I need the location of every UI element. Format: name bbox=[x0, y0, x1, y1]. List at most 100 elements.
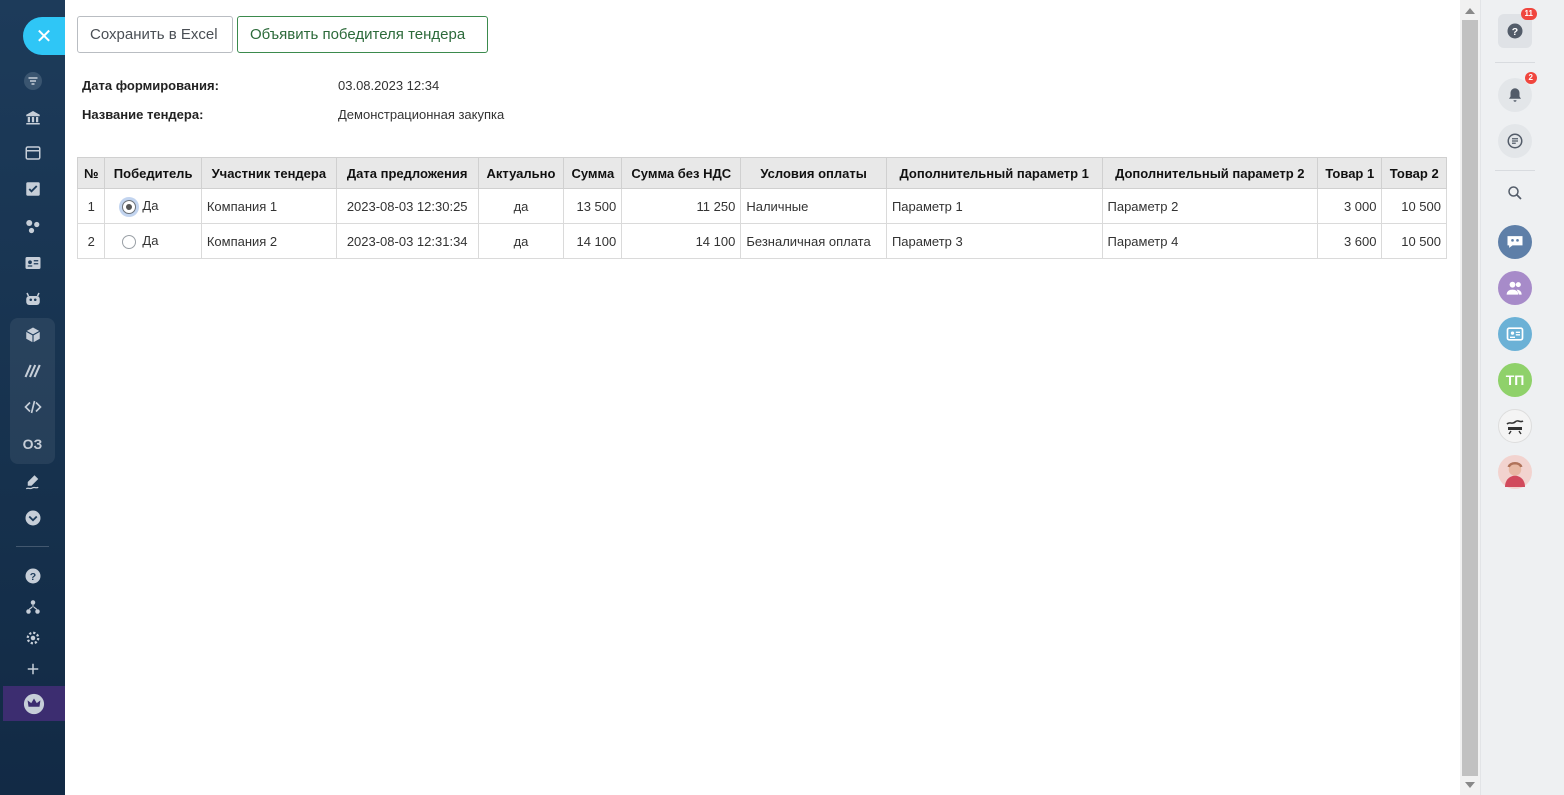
filter-icon[interactable] bbox=[16, 66, 49, 96]
header-actual: Актуально bbox=[477, 157, 565, 189]
company-logo-avatar[interactable] bbox=[1498, 409, 1532, 443]
date-label: Дата формирования: bbox=[82, 78, 219, 93]
winner-radio[interactable] bbox=[122, 234, 137, 249]
search-icon bbox=[1508, 186, 1522, 200]
winner-radio[interactable] bbox=[122, 199, 137, 214]
marketing-icon[interactable] bbox=[16, 356, 49, 386]
group-chat-icon bbox=[1507, 236, 1523, 248]
header-date: Дата предложения bbox=[335, 157, 479, 189]
cell-payment: Безналичная оплата bbox=[740, 223, 887, 259]
contact-card-icon[interactable] bbox=[16, 248, 49, 278]
signature-icon[interactable] bbox=[16, 467, 49, 497]
bank-icon[interactable] bbox=[16, 102, 49, 132]
help-icon[interactable]: ? bbox=[16, 561, 49, 591]
crown-button[interactable] bbox=[3, 686, 65, 721]
cell-sum: 13 500 bbox=[563, 188, 623, 224]
cell-winner: Да bbox=[104, 223, 202, 259]
user-avatar[interactable] bbox=[1498, 455, 1532, 489]
tp-avatar-label: ТП bbox=[1505, 372, 1525, 388]
chat-list-icon bbox=[1507, 133, 1523, 149]
cell-actual: да bbox=[477, 188, 565, 224]
cell-sum: 14 100 bbox=[563, 223, 623, 259]
cell-item1: 3 000 bbox=[1317, 188, 1383, 224]
company-logo-icon bbox=[1506, 420, 1524, 435]
cell-param2: Параметр 4 bbox=[1101, 223, 1319, 259]
date-value: 03.08.2023 12:34 bbox=[338, 78, 440, 93]
table-row: 2 Да Компания 2 2023-08-03 12:31:34 да 1… bbox=[76, 223, 1447, 259]
vertical-scrollbar[interactable] bbox=[1460, 0, 1480, 795]
header-item1: Товар 1 bbox=[1317, 157, 1383, 189]
right-sidebar: ? 11 2 ТП bbox=[1480, 0, 1564, 795]
tasks-icon[interactable] bbox=[16, 174, 49, 204]
sidebar-divider bbox=[1495, 170, 1535, 171]
oz-label: ОЗ bbox=[22, 436, 43, 452]
users-avatar[interactable] bbox=[1498, 271, 1532, 305]
tender-name-label: Название тендера: bbox=[82, 107, 204, 122]
cell-sum-no-vat: 11 250 bbox=[621, 188, 742, 224]
cell-sum-no-vat: 14 100 bbox=[621, 223, 742, 259]
cell-item2: 10 500 bbox=[1381, 188, 1447, 224]
scroll-thumb[interactable] bbox=[1462, 20, 1478, 776]
svg-text:?: ? bbox=[1512, 26, 1518, 38]
robot-icon[interactable] bbox=[16, 284, 49, 314]
cell-participant: Компания 2 bbox=[200, 223, 337, 259]
svg-text:?: ? bbox=[29, 571, 35, 583]
tender-name-value: Демонстрационная закупка bbox=[338, 107, 505, 122]
table-row: 1 Да Компания 1 2023-08-03 12:30:25 да 1… bbox=[76, 188, 1447, 224]
cell-date: 2023-08-03 12:31:34 bbox=[335, 223, 479, 259]
cell-date: 2023-08-03 12:30:25 bbox=[335, 188, 479, 224]
sidebar-divider bbox=[1495, 62, 1535, 63]
close-button[interactable]: ✕ bbox=[23, 17, 65, 55]
window-icon[interactable] bbox=[16, 138, 49, 168]
declare-winner-button[interactable]: Объявить победителя тендера bbox=[237, 16, 488, 53]
more-icon[interactable] bbox=[16, 503, 49, 533]
cell-payment: Наличные bbox=[740, 188, 887, 224]
structure-icon[interactable] bbox=[16, 592, 49, 622]
header-sum-no-vat: Сумма без НДС bbox=[621, 157, 742, 189]
settings-icon[interactable] bbox=[16, 623, 49, 653]
add-icon[interactable] bbox=[16, 654, 49, 684]
crown-icon bbox=[23, 693, 45, 714]
sidebar-divider bbox=[16, 546, 49, 547]
left-sidebar: ✕ ОЗ ? bbox=[0, 0, 65, 795]
group-chat-avatar[interactable] bbox=[1498, 225, 1532, 259]
header-num: № bbox=[76, 157, 106, 189]
code-icon[interactable] bbox=[16, 392, 49, 422]
bell-icon bbox=[1509, 88, 1521, 102]
contacts-avatar[interactable] bbox=[1498, 317, 1532, 351]
header-winner: Победитель bbox=[104, 157, 202, 189]
header-param2: Дополнительный параметр 2 bbox=[1101, 157, 1319, 189]
cell-item1: 3 600 bbox=[1317, 223, 1383, 259]
header-param1: Дополнительный параметр 1 bbox=[885, 157, 1103, 189]
chat-list-button[interactable] bbox=[1498, 124, 1532, 158]
tp-avatar[interactable]: ТП bbox=[1498, 363, 1532, 397]
close-icon: ✕ bbox=[35, 25, 53, 48]
save-excel-button[interactable]: Сохранить в Excel bbox=[77, 16, 233, 53]
crm-icon[interactable] bbox=[16, 211, 49, 241]
cell-num: 2 bbox=[76, 223, 106, 259]
help-button[interactable]: ? 11 bbox=[1498, 8, 1537, 48]
cell-winner: Да bbox=[104, 188, 202, 224]
notifications-button[interactable]: 2 bbox=[1498, 72, 1537, 112]
tender-table: № Победитель Участник тендера Дата предл… bbox=[76, 157, 1447, 259]
header-sum: Сумма bbox=[563, 157, 623, 189]
cell-num: 1 bbox=[76, 188, 106, 224]
cube-icon[interactable] bbox=[16, 320, 49, 350]
scroll-up-arrow-icon[interactable] bbox=[1465, 8, 1475, 14]
user-photo-icon bbox=[1505, 462, 1525, 487]
notifications-badge: 2 bbox=[1524, 72, 1537, 84]
cell-param1: Параметр 3 bbox=[885, 223, 1103, 259]
winner-label: Да bbox=[142, 233, 159, 249]
header-item2: Товар 2 bbox=[1381, 157, 1447, 189]
scroll-down-arrow-icon[interactable] bbox=[1465, 782, 1475, 788]
main-panel: Сохранить в Excel Объявить победителя те… bbox=[65, 0, 1460, 795]
cell-actual: да bbox=[477, 223, 565, 259]
oz-icon[interactable]: ОЗ bbox=[16, 429, 49, 459]
header-participant: Участник тендера bbox=[200, 157, 337, 189]
winner-label: Да bbox=[142, 198, 159, 214]
cell-param2: Параметр 2 bbox=[1101, 188, 1319, 224]
cell-participant: Компания 1 bbox=[200, 188, 337, 224]
help-icon: ? bbox=[1507, 23, 1523, 39]
users-icon bbox=[1506, 281, 1522, 295]
search-button[interactable] bbox=[1498, 176, 1532, 210]
